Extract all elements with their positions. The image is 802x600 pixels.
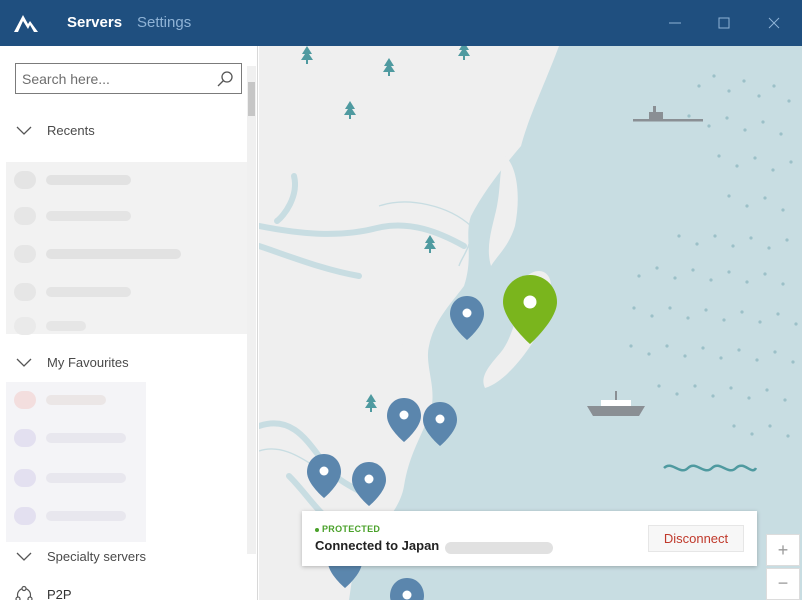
zoom-in-button[interactable]: + (766, 534, 800, 566)
list-item[interactable] (6, 198, 251, 234)
connection-text: Connected to Japan (315, 538, 440, 553)
server-pin-icon[interactable] (390, 578, 424, 600)
flag-icon (14, 171, 36, 189)
chevron-down-icon[interactable] (16, 552, 32, 562)
disconnect-button[interactable]: Disconnect (648, 525, 744, 552)
sidebar-scrollbar-thumb[interactable] (248, 82, 255, 116)
list-item-label (46, 511, 126, 521)
list-item-label (46, 433, 126, 443)
server-pin-icon[interactable] (423, 402, 457, 446)
zoom-out-button[interactable]: − (766, 568, 800, 600)
chevron-down-icon[interactable] (16, 358, 32, 368)
flag-icon (14, 507, 36, 525)
status-dot-icon (315, 528, 319, 532)
list-item[interactable] (6, 162, 251, 198)
flag-icon (14, 317, 36, 335)
list-item-label (46, 211, 131, 221)
tab-servers[interactable]: Servers (67, 14, 122, 31)
list-item[interactable] (6, 382, 146, 418)
sidebar-item-label: P2P (47, 587, 72, 600)
sidebar-item-p2p[interactable]: P2P (14, 584, 214, 600)
tab-settings[interactable]: Settings (137, 14, 191, 31)
list-item-label (46, 175, 131, 185)
ship-icon (633, 106, 703, 122)
connection-status-card: PROTECTED Connected to Japan Disconnect (302, 511, 757, 566)
recents-list-blurred (6, 162, 251, 335)
minimize-icon[interactable] (664, 12, 686, 34)
server-pin-icon[interactable] (450, 296, 484, 340)
flag-icon (14, 391, 36, 409)
server-name-blurred (445, 542, 553, 554)
sidebar: Recents My Favourites (0, 46, 258, 600)
close-icon[interactable] (763, 12, 785, 34)
sidebar-scrollbar[interactable] (247, 66, 256, 554)
specialty-label: Specialty servers (47, 549, 146, 564)
flag-icon (14, 207, 36, 225)
flag-icon (14, 469, 36, 487)
list-item-label (46, 287, 131, 297)
list-item-label (46, 321, 86, 331)
search-box[interactable] (15, 63, 242, 94)
chevron-down-icon[interactable] (16, 126, 32, 136)
list-item[interactable] (6, 460, 146, 496)
list-item-label (46, 473, 126, 483)
maximize-icon[interactable] (713, 12, 735, 34)
search-input[interactable] (22, 69, 212, 89)
ship-icon (587, 391, 645, 416)
list-item-label (46, 249, 181, 259)
status-label: PROTECTED (322, 524, 381, 534)
wave-icon (663, 464, 758, 472)
flag-icon (14, 429, 36, 447)
ocean-dot-pattern (629, 74, 798, 438)
list-item[interactable] (6, 420, 146, 456)
flag-icon (14, 245, 36, 263)
favourites-list-blurred (6, 382, 146, 542)
search-icon[interactable] (216, 70, 234, 88)
p2p-icon (15, 585, 33, 600)
favourites-label: My Favourites (47, 355, 129, 370)
list-item-label (46, 395, 106, 405)
list-item[interactable] (6, 308, 251, 344)
list-item[interactable] (6, 274, 251, 310)
recents-label: Recents (47, 123, 95, 138)
list-item[interactable] (6, 236, 251, 272)
title-bar: Servers Settings (0, 0, 802, 46)
list-item[interactable] (6, 498, 146, 534)
nordvpn-logo-icon (14, 15, 38, 32)
flag-icon (14, 283, 36, 301)
